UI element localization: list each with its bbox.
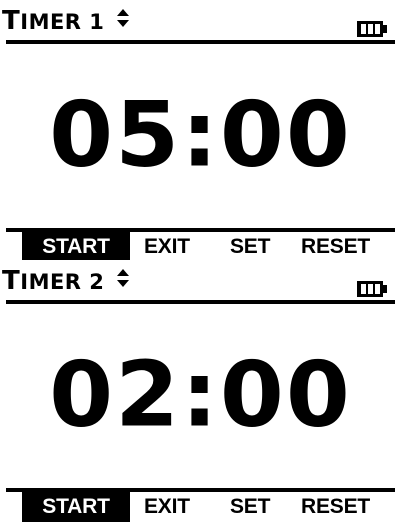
reset-button[interactable]: RESET — [301, 232, 370, 262]
timer-screen-2: TIMER 2 02:00 START EXIT SET RESET — [0, 260, 401, 522]
battery-full-icon — [357, 21, 387, 37]
time-display: 02:00 — [49, 342, 352, 447]
timer-title-rest: IMER 1 — [20, 10, 105, 34]
softkey-bar: START EXIT SET RESET — [0, 228, 401, 262]
reset-button[interactable]: RESET — [301, 492, 370, 522]
timer-title-first: T — [2, 266, 21, 296]
start-button[interactable]: START — [22, 492, 130, 522]
title-divider — [6, 40, 395, 44]
time-display: 05:00 — [49, 82, 352, 187]
timer-screen-1: TIMER 1 05:00 START EXIT SET RESET — [0, 0, 401, 262]
timer-title[interactable]: TIMER 1 — [2, 6, 130, 37]
battery-full-icon — [357, 281, 387, 297]
title-bar: TIMER 2 — [0, 266, 401, 298]
timer-title-rest: IMER 2 — [20, 270, 105, 294]
updown-arrows-icon[interactable] — [116, 266, 130, 296]
title-divider — [6, 300, 395, 304]
softkey-bar: START EXIT SET RESET — [0, 488, 401, 522]
timer-title-first: T — [2, 6, 21, 36]
exit-button[interactable]: EXIT — [144, 232, 190, 262]
updown-arrows-icon[interactable] — [116, 6, 130, 36]
title-bar: TIMER 1 — [0, 6, 401, 38]
timer-title[interactable]: TIMER 2 — [2, 266, 130, 297]
set-button[interactable]: SET — [230, 232, 270, 262]
set-button[interactable]: SET — [230, 492, 270, 522]
start-button[interactable]: START — [22, 232, 130, 262]
exit-button[interactable]: EXIT — [144, 492, 190, 522]
